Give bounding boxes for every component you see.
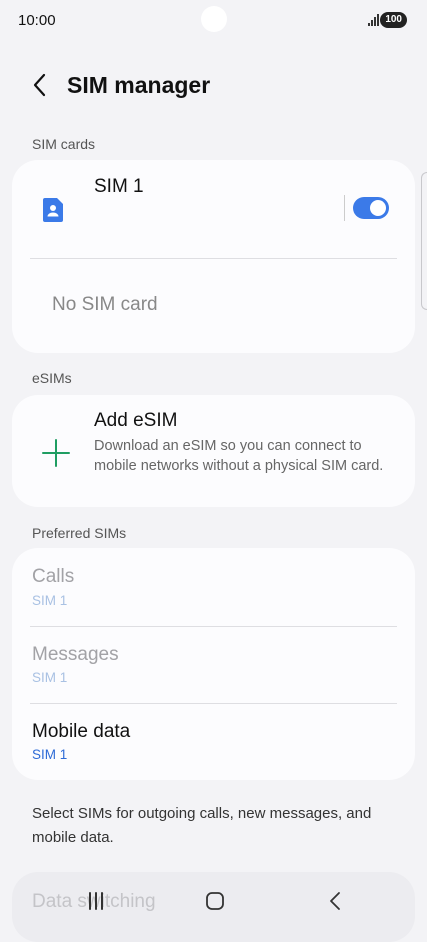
home-button[interactable] xyxy=(191,884,239,918)
home-icon xyxy=(206,892,224,910)
preferred-messages-row[interactable]: Messages SIM 1 xyxy=(12,626,415,703)
scrollbar[interactable] xyxy=(421,172,427,310)
nav-back-button[interactable] xyxy=(312,884,360,918)
back-button[interactable] xyxy=(26,70,56,100)
status-bar: 10:00 100 xyxy=(0,0,427,44)
add-esim-row[interactable]: Add eSIM Download an eSIM so you can con… xyxy=(12,395,415,507)
signal-icon xyxy=(368,14,379,26)
camera-cutout xyxy=(201,6,227,32)
status-time: 10:00 xyxy=(18,12,56,29)
sim-card-icon xyxy=(43,198,63,222)
messages-value: SIM 1 xyxy=(32,670,68,685)
sim1-name: SIM 1 xyxy=(94,176,144,197)
footer-note: Select SIMs for outgoing calls, new mess… xyxy=(32,805,372,846)
add-esim-title: Add eSIM xyxy=(94,410,178,431)
navigation-bar xyxy=(0,878,427,926)
page-title: SIM manager xyxy=(67,72,211,98)
plus-icon xyxy=(42,439,70,467)
back-icon xyxy=(330,892,340,910)
preferred-calls-row[interactable]: Calls SIM 1 xyxy=(12,548,415,626)
preferred-sims-card: Calls SIM 1 Messages SIM 1 Mobile data S… xyxy=(12,548,415,780)
mobile-data-title: Mobile data xyxy=(32,721,131,742)
divider xyxy=(30,258,397,259)
calls-value: SIM 1 xyxy=(32,593,68,608)
header: SIM manager xyxy=(0,64,427,108)
mobile-data-value: SIM 1 xyxy=(32,747,68,762)
calls-title: Calls xyxy=(32,566,75,587)
battery-indicator: 100 xyxy=(380,12,407,28)
toggle-separator xyxy=(344,195,345,221)
messages-title: Messages xyxy=(32,644,119,665)
sim-cards-card: SIM 1 No SIM card xyxy=(12,160,415,353)
section-label-esims: eSIMs xyxy=(32,370,72,386)
preferred-mobile-data-row[interactable]: Mobile data SIM 1 xyxy=(12,703,415,780)
add-esim-description: Download an eSIM so you can connect to m… xyxy=(94,438,384,474)
empty-sim-slot: No SIM card xyxy=(52,294,158,315)
toggle-knob xyxy=(370,200,386,216)
recents-button[interactable] xyxy=(72,884,120,918)
sim1-toggle[interactable] xyxy=(353,197,389,219)
section-label-sim-cards: SIM cards xyxy=(32,136,96,152)
recents-icon xyxy=(89,892,103,910)
chevron-left-icon xyxy=(33,73,46,97)
section-label-preferred-sims: Preferred SIMs xyxy=(32,525,127,541)
